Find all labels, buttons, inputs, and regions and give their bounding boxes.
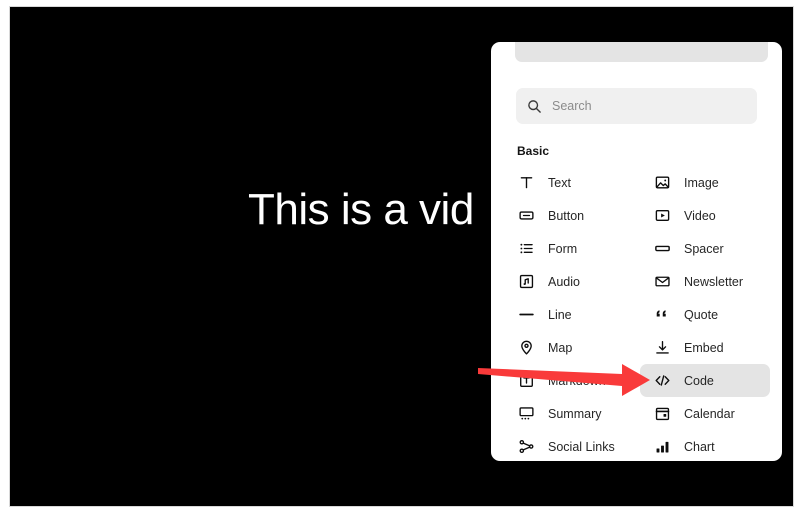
block-item-code[interactable]: Code [640,364,770,397]
block-item-video[interactable]: Video [640,199,770,232]
quote-icon [656,310,666,317]
social-links-icon [519,439,534,454]
block-item-label: Map [548,340,573,355]
block-item-button[interactable]: Button [504,199,634,232]
block-item-text[interactable]: Text [504,166,634,199]
block-type-grid: Text Image Button Video Form Spacer Audio Newsl… [504,166,770,461]
block-item-audio[interactable]: Audio [504,265,634,298]
block-item-form[interactable]: Form [504,232,634,265]
block-item-label: Video [684,208,716,223]
block-item-label: Image [684,175,719,190]
block-item-newsletter[interactable]: Newsletter [640,265,770,298]
block-item-social-links[interactable]: Social Links [504,430,634,461]
block-item-label: Newsletter [684,274,744,289]
block-item-quote[interactable]: Quote [640,298,770,331]
map-pin-icon [521,340,532,355]
line-icon [519,313,534,316]
image-icon [655,176,670,189]
video-icon [655,210,670,221]
block-item-label: Social Links [548,439,615,454]
block-item-label: Spacer [684,241,724,256]
search-icon [528,99,541,113]
button-icon [519,211,534,220]
search-field-wrapper[interactable] [516,88,757,124]
canvas-heading-text: This is a vid [248,185,474,234]
block-item-line[interactable]: Line [504,298,634,331]
block-item-label: Quote [684,307,719,322]
block-item-label: Calendar [684,406,735,421]
block-item-markdown[interactable]: Markdown [504,364,634,397]
audio-icon [519,274,534,289]
block-item-label: Form [548,241,578,256]
block-item-chart[interactable]: Chart [640,430,770,461]
block-item-label: Embed [684,340,724,355]
block-item-image[interactable]: Image [640,166,770,199]
insert-block-panel: Basic Text Image Button Video Form Spacer Audi… [491,42,782,461]
block-item-summary[interactable]: Summary [504,397,634,430]
block-item-label: Chart [684,439,715,454]
code-icon [655,375,670,386]
text-icon [520,177,533,189]
screenshot-root: This is a vid Basic Text Image Button Video… [0,0,800,515]
block-item-spacer[interactable]: Spacer [640,232,770,265]
search-input[interactable] [552,99,732,113]
embed-icon [656,341,669,354]
summary-icon [519,407,534,420]
chart-icon [656,441,669,453]
block-item-label: Audio [548,274,580,289]
form-icon [520,243,533,254]
block-item-label: Line [548,307,572,322]
panel-top-partial-field[interactable] [515,42,768,62]
newsletter-icon [655,276,670,287]
markdown-icon [520,374,533,387]
block-item-label: Summary [548,406,602,421]
calendar-icon [655,407,670,421]
block-item-label: Markdown [548,373,606,388]
spacer-icon [655,245,670,252]
block-item-map[interactable]: Map [504,331,634,364]
block-item-label: Text [548,175,571,190]
block-item-embed[interactable]: Embed [640,331,770,364]
group-label-basic: Basic [517,144,550,158]
block-item-label: Button [548,208,585,223]
block-item-label: Code [684,373,714,388]
block-item-calendar[interactable]: Calendar [640,397,770,430]
